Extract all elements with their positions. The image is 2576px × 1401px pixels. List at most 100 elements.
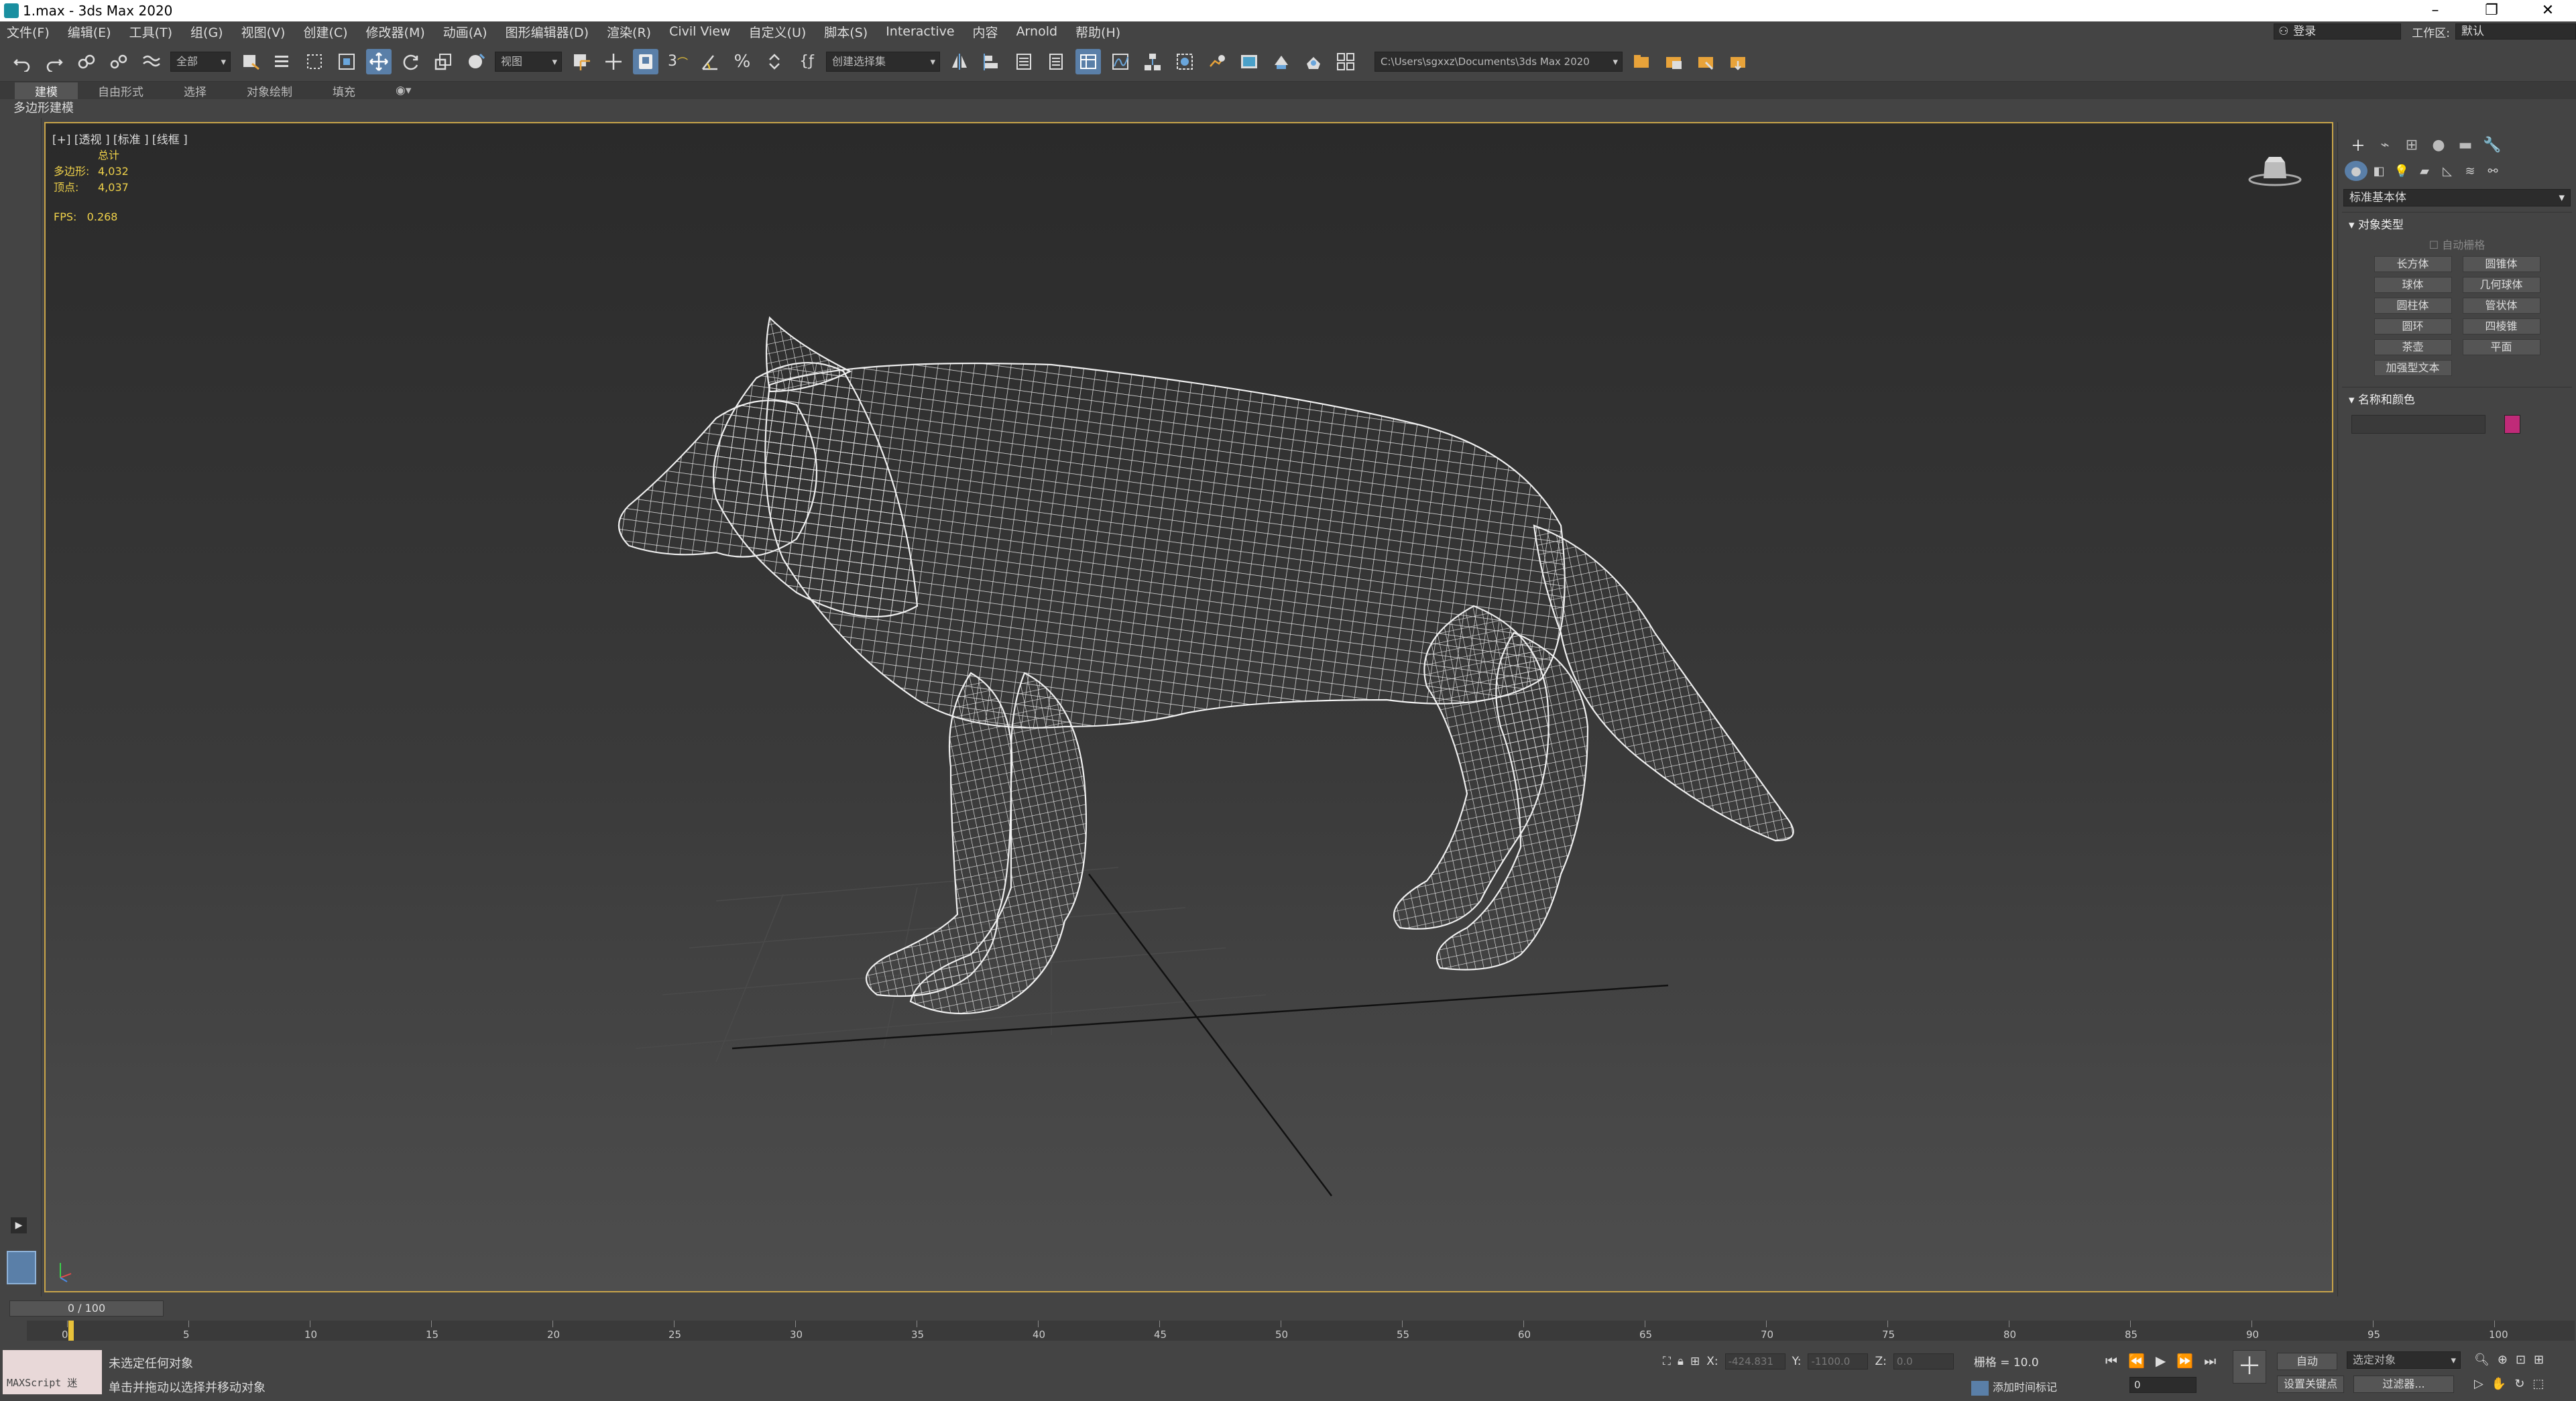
- curve-editor-icon[interactable]: [1108, 49, 1133, 74]
- orbit-icon[interactable]: ↻: [2514, 1377, 2524, 1391]
- select-and-scale-icon[interactable]: [430, 49, 456, 74]
- set-key-big-icon[interactable]: ＋: [2233, 1350, 2266, 1384]
- menu-views[interactable]: 视图(V): [241, 23, 286, 41]
- open-explorer-icon[interactable]: [1629, 49, 1655, 74]
- minimize-button[interactable]: –: [2407, 0, 2463, 21]
- next-frame-icon[interactable]: ⏩: [2176, 1353, 2193, 1369]
- object-name-field[interactable]: [2351, 415, 2485, 434]
- menu-content[interactable]: 内容: [973, 23, 998, 41]
- textplus-button[interactable]: 加强型文本: [2374, 360, 2452, 376]
- selection-filter-dropdown[interactable]: 全部: [170, 51, 231, 72]
- lights-icon[interactable]: 💡: [2390, 161, 2413, 181]
- project-folder-icon[interactable]: [1661, 49, 1687, 74]
- go-to-end-icon[interactable]: ⏭: [2204, 1353, 2216, 1369]
- ribbon-tab-modeling[interactable]: 建模: [15, 82, 78, 99]
- schematic-view-icon[interactable]: [1140, 49, 1165, 74]
- wolf-wireframe-model[interactable]: [46, 123, 2333, 1292]
- toggle-ribbon-icon[interactable]: [1075, 48, 1101, 74]
- absolute-mode-icon[interactable]: ⊞: [1690, 1355, 1700, 1368]
- mirror-icon[interactable]: [947, 49, 972, 74]
- maxscript-listener[interactable]: MAXScript 迷: [3, 1350, 102, 1394]
- hierarchy-tab-icon[interactable]: ⊞: [2398, 134, 2425, 156]
- zoom-icon[interactable]: 🔍︎: [2474, 1353, 2490, 1367]
- restore-button[interactable]: ❐: [2463, 0, 2520, 21]
- redo-icon[interactable]: [42, 49, 67, 74]
- select-by-name-icon[interactable]: [270, 49, 295, 74]
- close-button[interactable]: ✕: [2520, 0, 2576, 21]
- select-object-icon[interactable]: [237, 49, 263, 74]
- box-button[interactable]: 长方体: [2374, 256, 2452, 272]
- menu-customize[interactable]: 自定义(U): [749, 23, 807, 41]
- edit-named-selections-icon[interactable]: {ƒ: [794, 49, 819, 74]
- render-production-icon[interactable]: [1269, 49, 1294, 74]
- ribbon-panel-polygon-modeling[interactable]: 多边形建模: [0, 99, 2576, 118]
- render-setup-icon[interactable]: [1204, 49, 1230, 74]
- track-bar[interactable]: 0 5 10 15 20 25 30 35 40 45 50 55 60 65 70 75 80 85 90 95 10…: [27, 1321, 2575, 1341]
- select-manipulate-icon[interactable]: [601, 49, 626, 74]
- login-dropdown[interactable]: ⚇ 登录: [2274, 23, 2402, 40]
- ribbon-tab-object-paint[interactable]: 对象绘制: [227, 82, 312, 99]
- motion-tab-icon[interactable]: ●: [2425, 134, 2452, 156]
- go-to-start-icon[interactable]: ⏮: [2105, 1353, 2117, 1369]
- add-time-tag[interactable]: 添加时间标记: [1971, 1378, 2057, 1396]
- select-and-place-icon[interactable]: [463, 49, 488, 74]
- menu-edit[interactable]: 编辑(E): [68, 23, 111, 41]
- maximize-viewport-icon[interactable]: ⬚: [2532, 1377, 2544, 1391]
- rect-selection-region-icon[interactable]: [302, 49, 327, 74]
- systems-icon[interactable]: ⚯: [2481, 161, 2504, 181]
- unlink-icon[interactable]: [106, 49, 131, 74]
- shapes-icon[interactable]: ◧: [2367, 161, 2390, 181]
- named-selection-set-dropdown[interactable]: 创建选择集: [826, 51, 940, 72]
- a360-gallery-icon[interactable]: [1333, 49, 1358, 74]
- menu-tools[interactable]: 工具(T): [129, 23, 172, 41]
- pivot-center-icon[interactable]: [569, 49, 594, 74]
- utilities-tab-icon[interactable]: 🔧: [2479, 134, 2506, 156]
- material-editor-icon[interactable]: [1172, 49, 1197, 74]
- modify-tab-icon[interactable]: ⌁: [2372, 134, 2398, 156]
- cameras-icon[interactable]: ▰: [2413, 161, 2436, 181]
- expand-layout-icon[interactable]: ▶: [11, 1217, 27, 1233]
- geosphere-button[interactable]: 几何球体: [2462, 277, 2540, 293]
- cone-button[interactable]: 圆锥体: [2462, 256, 2540, 272]
- asset-tracking-icon[interactable]: [1694, 49, 1719, 74]
- frame-field[interactable]: 0: [2129, 1377, 2197, 1393]
- zoom-extents-all-icon[interactable]: ⊞: [2534, 1353, 2544, 1367]
- cylinder-button[interactable]: 圆柱体: [2374, 298, 2452, 314]
- torus-button[interactable]: 圆环: [2374, 318, 2452, 334]
- auto-key-button[interactable]: 自动: [2277, 1353, 2337, 1370]
- display-tab-icon[interactable]: ▬: [2452, 134, 2479, 156]
- align-icon[interactable]: [979, 49, 1004, 74]
- menu-group[interactable]: 组(G): [190, 23, 223, 41]
- toggle-layer-explorer-icon[interactable]: [1043, 49, 1069, 74]
- object-color-swatch[interactable]: [2504, 415, 2520, 434]
- window-crossing-icon[interactable]: [334, 49, 359, 74]
- undo-icon[interactable]: [9, 49, 35, 74]
- object-type-rollout-header[interactable]: ▾ 对象类型: [2342, 212, 2572, 235]
- viewport-layout-thumbnail[interactable]: [7, 1251, 36, 1284]
- ribbon-tab-freeform[interactable]: 自由形式: [78, 82, 164, 99]
- menu-animation[interactable]: 动画(A): [443, 23, 487, 41]
- zoom-extents-icon[interactable]: ⊡: [2516, 1353, 2526, 1367]
- ribbon-tab-selection[interactable]: 选择: [164, 82, 227, 99]
- teapot-button[interactable]: 茶壶: [2374, 339, 2452, 355]
- fov-icon[interactable]: ▷: [2474, 1377, 2483, 1391]
- menu-modifiers[interactable]: 修改器(M): [366, 23, 425, 41]
- spinner-snap-icon[interactable]: [762, 49, 787, 74]
- ribbon-tab-populate[interactable]: 填充: [312, 82, 375, 99]
- pan-icon[interactable]: ✋: [2492, 1377, 2506, 1391]
- play-icon[interactable]: ▶: [2156, 1353, 2166, 1369]
- menu-scripting[interactable]: 脚本(S): [824, 23, 868, 41]
- zoom-all-icon[interactable]: ⊕: [2498, 1353, 2508, 1367]
- geometry-icon[interactable]: ●: [2345, 161, 2367, 181]
- set-project-folder-icon[interactable]: [1726, 49, 1751, 74]
- helpers-icon[interactable]: ◺: [2436, 161, 2459, 181]
- select-and-rotate-icon[interactable]: [398, 49, 424, 74]
- lock-selection-icon[interactable]: 🔒︎: [1678, 1355, 1684, 1368]
- name-color-rollout-header[interactable]: ▾ 名称和颜色: [2342, 387, 2572, 410]
- reference-coord-dropdown[interactable]: 视图: [495, 51, 562, 72]
- set-key-button[interactable]: 设置关键点: [2277, 1376, 2344, 1393]
- menu-file[interactable]: 文件(F): [7, 23, 50, 41]
- selected-dropdown[interactable]: 选定对象: [2347, 1351, 2461, 1369]
- z-coordinate-field[interactable]: 0.0: [1893, 1353, 1954, 1369]
- previous-frame-icon[interactable]: ⏪: [2128, 1353, 2145, 1369]
